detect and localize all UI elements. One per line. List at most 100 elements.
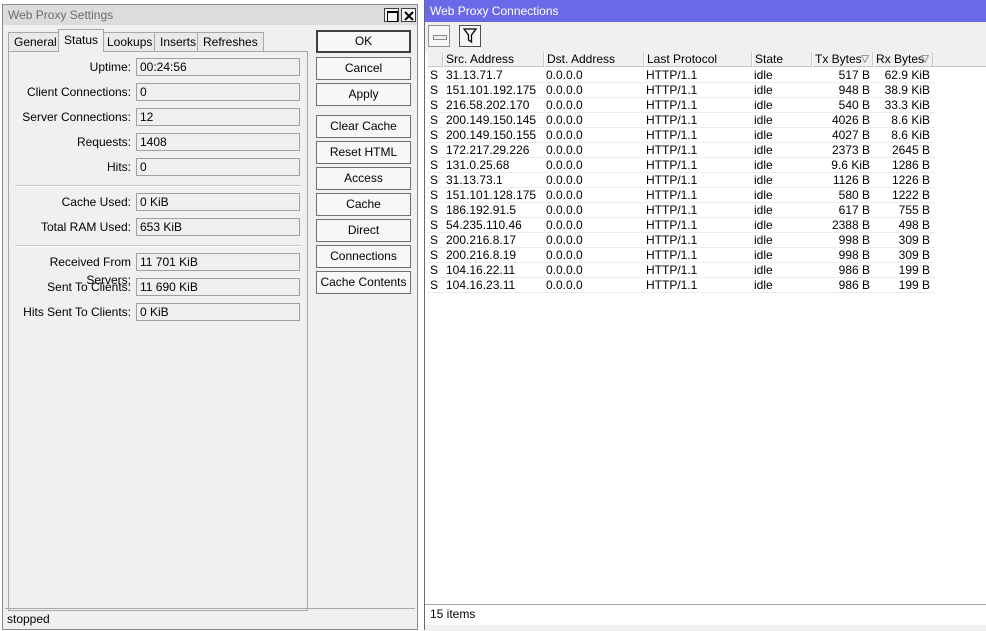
cell-state: idle xyxy=(754,233,773,247)
reset-html-button[interactable]: Reset HTML xyxy=(316,141,411,164)
cell-rx: 309 B xyxy=(898,233,930,247)
field-label: Hits: xyxy=(107,160,131,174)
tab-inserts[interactable]: Inserts xyxy=(154,32,203,51)
tab-refreshes[interactable]: Refreshes xyxy=(197,32,264,51)
status-text: stopped xyxy=(7,612,50,626)
table-row[interactable]: S 151.101.192.175 0.0.0.0 HTTP/1.1 idle 948 B… xyxy=(427,83,986,98)
cell-rx: 199 B xyxy=(898,278,930,292)
settings-titlebar[interactable]: Web Proxy Settings xyxy=(3,5,417,25)
maximize-icon[interactable] xyxy=(384,8,399,22)
connections-window-title: Web Proxy Connections xyxy=(430,4,559,18)
cell-src: 31.13.71.7 xyxy=(446,68,503,82)
column-tx-bytes[interactable]: Tx Bytes xyxy=(812,52,873,67)
cell-tx: 998 B xyxy=(838,233,870,247)
field-label: Total RAM Used: xyxy=(40,220,131,234)
filter-icon[interactable] xyxy=(459,25,481,47)
connections-titlebar[interactable]: Web Proxy Connections xyxy=(425,0,986,22)
field-sent-to-clients: Sent To Clients: 11 690 KiB xyxy=(9,278,307,296)
cell-flag: S xyxy=(430,278,439,292)
table-row[interactable]: S 200.149.150.155 0.0.0.0 HTTP/1.1 idle 4027 … xyxy=(427,128,986,143)
cell-flag: S xyxy=(430,143,439,157)
table-row[interactable]: S 104.16.23.11 0.0.0.0 HTTP/1.1 idle 986 B 199… xyxy=(427,278,986,293)
table-row[interactable]: S 216.58.202.170 0.0.0.0 HTTP/1.1 idle 540 B 3… xyxy=(427,98,986,113)
field-uptime: Uptime: 00:24:56 xyxy=(9,58,307,76)
column-state[interactable]: State xyxy=(752,52,812,67)
table-row[interactable]: S 54.235.110.46 0.0.0.0 HTTP/1.1 idle 2388 B 4… xyxy=(427,218,986,233)
field-hits: Hits: 0 xyxy=(9,158,307,176)
ok-button[interactable]: OK xyxy=(316,30,411,53)
cell-state: idle xyxy=(754,113,773,127)
table-row[interactable]: S 131.0.25.68 0.0.0.0 HTTP/1.1 idle 9.6 KiB 12… xyxy=(427,158,986,173)
column-dst-address[interactable]: Dst. Address xyxy=(544,52,644,67)
cell-dst: 0.0.0.0 xyxy=(546,128,583,142)
column-rx-bytes[interactable]: Rx Bytes xyxy=(873,52,933,67)
cell-rx: 1222 B xyxy=(891,188,930,202)
cell-dst: 0.0.0.0 xyxy=(546,83,583,97)
table-row[interactable]: S 186.192.91.5 0.0.0.0 HTTP/1.1 idle 617 B 755… xyxy=(427,203,986,218)
cell-proto: HTTP/1.1 xyxy=(646,263,698,277)
cell-proto: HTTP/1.1 xyxy=(646,158,698,172)
cell-dst: 0.0.0.0 xyxy=(546,278,583,292)
cell-dst: 0.0.0.0 xyxy=(546,248,583,262)
cell-src: 151.101.128.175 xyxy=(446,188,537,202)
cell-dst: 0.0.0.0 xyxy=(546,188,583,202)
cell-tx: 986 B xyxy=(838,263,870,277)
table-row[interactable]: S 200.216.8.17 0.0.0.0 HTTP/1.1 idle 998 B 309… xyxy=(427,233,986,248)
cell-tx: 948 B xyxy=(838,83,870,97)
minus-icon[interactable] xyxy=(428,25,450,47)
connections-table: Src. Address Dst. Address Last Protocol … xyxy=(427,52,986,592)
table-row[interactable]: S 172.217.29.226 0.0.0.0 HTTP/1.1 idle 2373 B… xyxy=(427,143,986,158)
separator xyxy=(15,185,301,187)
field-total-ram-used: Total RAM Used: 653 KiB xyxy=(9,218,307,236)
access-button[interactable]: Access xyxy=(316,167,411,190)
table-row[interactable]: S 151.101.128.175 0.0.0.0 HTTP/1.1 idle 580 B… xyxy=(427,188,986,203)
field-client-connections: Client Connections: 0 xyxy=(9,83,307,101)
tab-lookups[interactable]: Lookups xyxy=(101,32,159,51)
web-proxy-connections-window: Web Proxy Connections Src. Address Dst. … xyxy=(424,0,986,631)
cell-flag: S xyxy=(430,218,439,232)
cell-dst: 0.0.0.0 xyxy=(546,203,583,217)
connections-toolbar xyxy=(425,22,986,52)
table-row[interactable]: S 200.216.8.19 0.0.0.0 HTTP/1.1 idle 998 B 309… xyxy=(427,248,986,263)
table-row[interactable]: S 200.149.150.145 0.0.0.0 HTTP/1.1 idle 4026 … xyxy=(427,113,986,128)
cell-proto: HTTP/1.1 xyxy=(646,248,698,262)
field-value: 11 701 KiB xyxy=(136,253,300,271)
cell-dst: 0.0.0.0 xyxy=(546,173,583,187)
table-row[interactable]: S 104.16.22.11 0.0.0.0 HTTP/1.1 idle 986 B 199… xyxy=(427,263,986,278)
cell-rx: 498 B xyxy=(898,218,930,232)
cell-flag: S xyxy=(430,158,439,172)
field-value: 12 xyxy=(136,108,300,126)
table-row[interactable]: S 31.13.71.7 0.0.0.0 HTTP/1.1 idle 517 B 62.9 … xyxy=(427,68,986,83)
apply-button[interactable]: Apply xyxy=(316,83,411,106)
cache-contents-button[interactable]: Cache Contents xyxy=(316,271,411,294)
cell-proto: HTTP/1.1 xyxy=(646,218,698,232)
close-icon[interactable] xyxy=(401,8,416,22)
cell-rx: 38.9 KiB xyxy=(884,83,930,97)
cell-state: idle xyxy=(754,188,773,202)
cancel-button[interactable]: Cancel xyxy=(316,57,411,80)
field-hits-sent-to-clients: Hits Sent To Clients: 0 KiB xyxy=(9,303,307,321)
cell-proto: HTTP/1.1 xyxy=(646,203,698,217)
cache-button[interactable]: Cache xyxy=(316,193,411,216)
cell-state: idle xyxy=(754,218,773,232)
tab-status[interactable]: Status xyxy=(58,29,105,52)
column-src-address[interactable]: Src. Address xyxy=(443,52,544,67)
column-last-protocol[interactable]: Last Protocol xyxy=(644,52,752,67)
direct-button[interactable]: Direct xyxy=(316,219,411,242)
tab-general[interactable]: General xyxy=(8,32,63,51)
table-row[interactable]: S 31.13.73.1 0.0.0.0 HTTP/1.1 idle 1126 B 1226… xyxy=(427,173,986,188)
field-label: Hits Sent To Clients: xyxy=(23,305,131,319)
cell-tx: 517 B xyxy=(838,68,870,82)
clear-cache-button[interactable]: Clear Cache xyxy=(316,115,411,138)
cell-tx: 9.6 KiB xyxy=(831,158,870,172)
field-value: 0 KiB xyxy=(136,303,300,321)
item-count: 15 items xyxy=(430,607,476,621)
cell-proto: HTTP/1.1 xyxy=(646,233,698,247)
column-flag[interactable] xyxy=(427,52,443,67)
cell-src: 31.13.73.1 xyxy=(446,173,503,187)
field-label: Requests: xyxy=(76,135,131,149)
cell-proto: HTTP/1.1 xyxy=(646,98,698,112)
cell-rx: 199 B xyxy=(898,263,930,277)
connections-button[interactable]: Connections xyxy=(316,245,411,268)
cell-src: 172.217.29.226 xyxy=(446,143,530,157)
